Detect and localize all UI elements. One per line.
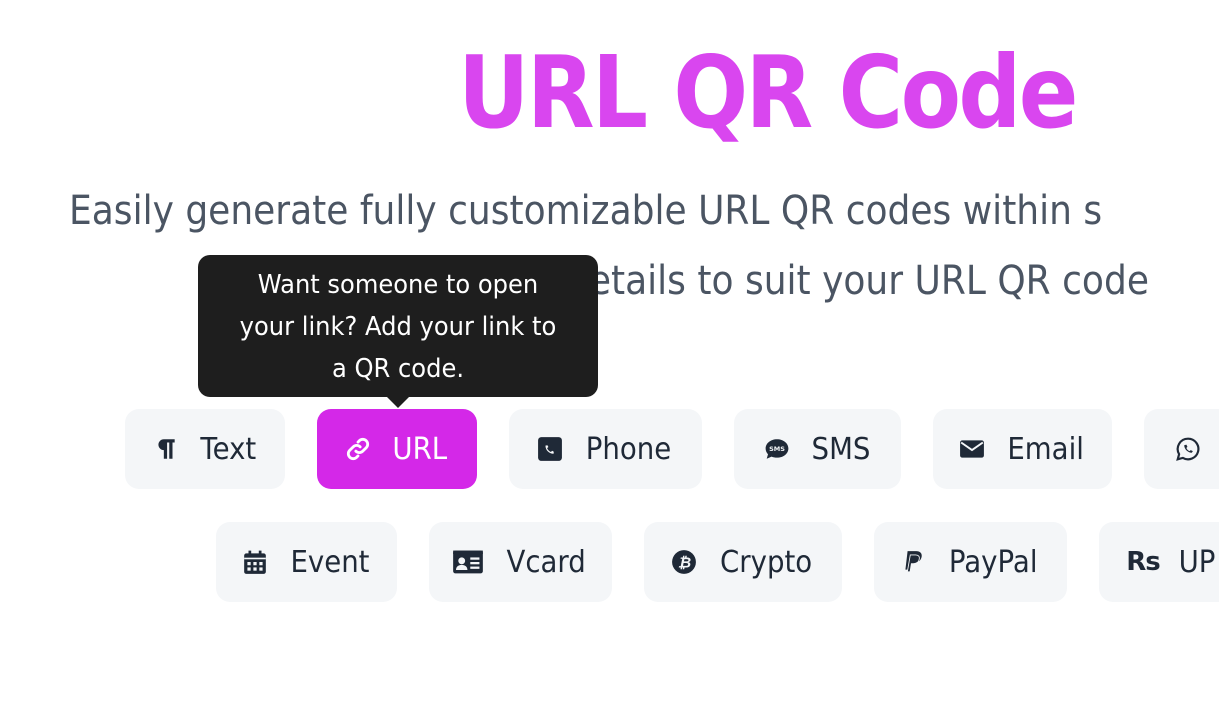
bitcoin-icon: ₿ <box>670 548 698 576</box>
tab-email[interactable]: Email <box>933 409 1112 489</box>
svg-text:₿: ₿ <box>678 553 691 571</box>
url-tooltip: Want someone to open your link? Add your… <box>198 255 598 397</box>
tab-url[interactable]: URL <box>317 409 477 489</box>
id-card-icon <box>451 548 485 576</box>
page-subtitle-line-1: Easily generate fully customizable URL Q… <box>69 188 1103 234</box>
rupee-icon: Rs <box>1126 547 1161 577</box>
tooltip-arrow <box>386 396 410 408</box>
tab-label: Event <box>289 544 370 580</box>
tab-paypal[interactable]: PayPal <box>874 522 1067 602</box>
page-title: URL QR Code <box>458 34 1078 151</box>
tab-event[interactable]: Event <box>216 522 397 602</box>
tab-upi[interactable]: Rs UP <box>1099 522 1219 602</box>
tab-label: UP <box>1178 544 1216 580</box>
page: URL QR Code Easily generate fully custom… <box>0 0 1219 703</box>
tab-whatsapp[interactable] <box>1144 409 1219 489</box>
tab-crypto[interactable]: ₿ Crypto <box>644 522 842 602</box>
paypal-icon <box>899 548 927 576</box>
tab-label: URL <box>392 431 448 467</box>
tab-label: Email <box>1007 431 1084 467</box>
paragraph-icon <box>152 435 180 463</box>
tab-sms[interactable]: SMS SMS <box>734 409 901 489</box>
tab-label: Phone <box>585 431 672 467</box>
tab-label: PayPal <box>949 544 1038 580</box>
calendar-icon <box>241 548 269 576</box>
phone-icon <box>536 435 564 463</box>
tab-label: Crypto <box>719 544 813 580</box>
page-subtitle-line-2: details to suit your URL QR code <box>566 258 1149 304</box>
tab-label: Text <box>200 431 256 467</box>
tooltip-text: Want someone to open your link? Add your… <box>239 270 557 384</box>
tab-label: SMS <box>811 431 870 467</box>
tab-vcard[interactable]: Vcard <box>429 522 612 602</box>
whatsapp-icon <box>1174 435 1202 463</box>
tab-phone[interactable]: Phone <box>509 409 702 489</box>
envelope-icon <box>958 435 986 463</box>
sms-icon: SMS <box>763 435 791 463</box>
svg-text:SMS: SMS <box>769 445 785 453</box>
tab-label: Vcard <box>506 544 587 580</box>
tab-text[interactable]: Text <box>125 409 285 489</box>
link-icon <box>344 435 372 463</box>
